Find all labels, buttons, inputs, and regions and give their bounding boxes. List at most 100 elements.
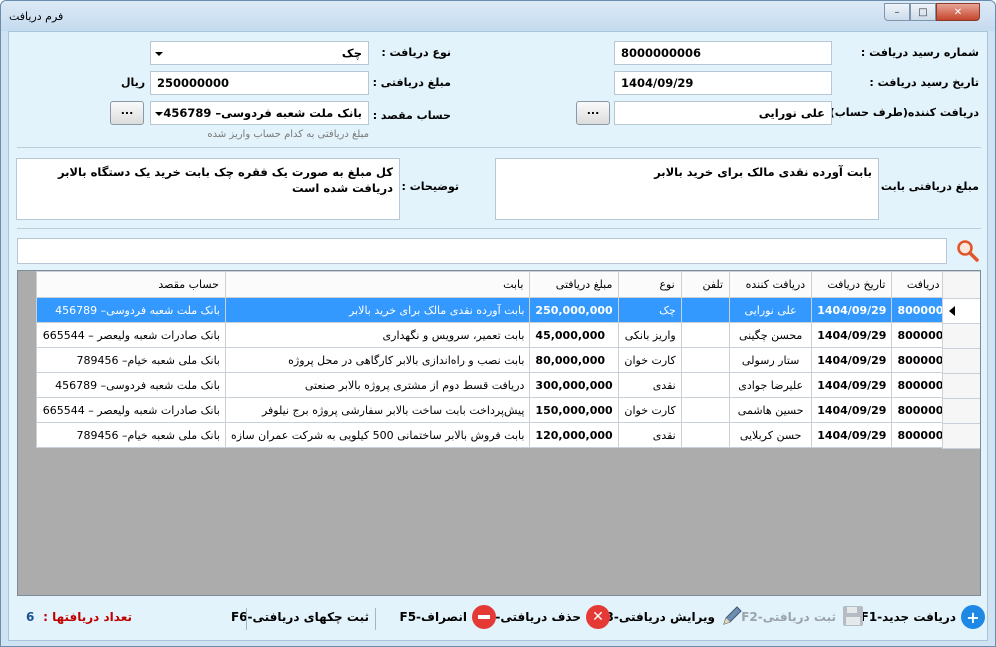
purpose-field[interactable]: بابت آورده نقدی مالک برای خرید بالابر (495, 158, 879, 220)
maximize-button[interactable]: □ (910, 3, 936, 21)
destination-hint: مبلغ دریافتی به کدام حساب واریز شده (207, 129, 369, 140)
divider (17, 147, 981, 148)
cell-phone (680, 322, 731, 348)
window-controls: – □ ✕ (884, 3, 980, 23)
form-body: شماره رسید دریافت : 8000000006 تاریخ رسی… (8, 31, 988, 641)
destination-account-select[interactable]: بانک ملت شعبه فردوسی– 456789 (150, 101, 369, 125)
table-row[interactable]: 8000000001 1404/09/29 حسن کربلایی نقدی 1… (36, 422, 980, 448)
cell-date: 1404/09/29 (811, 372, 893, 398)
close-button[interactable]: ✕ (936, 3, 980, 21)
receipts-grid[interactable]: شماره دریافت تاریخ دریافت دریافت کننده ت… (17, 270, 981, 596)
receipt-number-field[interactable]: 8000000006 (614, 41, 832, 65)
cell-account: بانک صادرات شعبه ولیعصر – 665544 (36, 397, 226, 423)
cell-account: بانک ملت شعبه فردوسی– 456789 (36, 297, 226, 323)
cell-type: واریز بانکی (618, 322, 682, 348)
save-receipt-button[interactable]: ثبت دریافتی-F2 (741, 602, 865, 632)
destination-browse-button[interactable]: ... (110, 101, 144, 125)
payer-field[interactable]: علی نورایی (614, 101, 832, 125)
receipt-form-window: فرم دریافت – □ ✕ شماره رسید دریافت : 800… (0, 0, 996, 647)
row-selector-current[interactable] (942, 298, 980, 324)
cell-payer: علیرضا جوادی (729, 372, 813, 398)
row-selector[interactable] (942, 348, 980, 374)
delete-receipt-button[interactable]: ✕ حذف دریافتی-F4 (479, 602, 610, 632)
cell-payer: محسن چگینی (729, 322, 813, 348)
chevron-down-icon (155, 112, 163, 116)
table-row[interactable]: 8000000005 1404/09/29 محسن چگینی واریز ب… (36, 322, 980, 348)
column-header[interactable]: تلفن (680, 271, 731, 298)
cell-type: کارت خوان (618, 347, 682, 373)
row-selector[interactable] (942, 423, 980, 449)
receipt-count-label: تعداد دریافتها : (43, 610, 132, 624)
search-icon[interactable] (955, 238, 981, 264)
table-row[interactable]: 8000000004 1404/09/29 ستار رسولی کارت خو… (36, 347, 980, 373)
window-title: فرم دریافت (9, 10, 64, 23)
cell-amount: 150,000,000 (529, 397, 620, 423)
cell-purpose: بابت تعمیر، سرویس و نگهداری (224, 322, 531, 348)
cell-purpose: دریافت قسط دوم از مشتری پروژه بالابر صنع… (224, 372, 531, 398)
chevron-down-icon (155, 52, 163, 56)
cell-purpose: بابت نصب و راه‌اندازی بالابر کارگاهی در … (224, 347, 531, 373)
table-row[interactable]: 8000000002 1404/09/29 حسین هاشمی کارت خو… (36, 397, 980, 423)
cell-phone (680, 397, 731, 423)
title-bar[interactable]: فرم دریافت – □ ✕ (1, 1, 995, 31)
cell-account: بانک ملی شعبه خیام– 789456 (36, 422, 226, 448)
currency-label: ریال (121, 76, 146, 89)
receipt-count-value: 6 (26, 610, 35, 624)
cell-date: 1404/09/29 (811, 297, 893, 323)
new-receipt-button[interactable]: + دریافت جدید-F1 (861, 602, 985, 632)
edit-receipt-label: ویرایش دریافتی-F3 (597, 610, 715, 624)
receipt-type-select[interactable]: چک (150, 41, 369, 65)
floppy-disk-icon (841, 604, 865, 631)
cell-amount: 300,000,000 (529, 372, 620, 398)
edit-receipt-button[interactable]: ویرایش دریافتی-F3 (597, 602, 744, 632)
column-header[interactable]: نوع (618, 271, 682, 298)
cell-amount: 80,000,000 (529, 347, 620, 373)
notes-field[interactable]: کل مبلغ به صورت یک فقره چک بابت خرید یک … (16, 158, 400, 220)
receipt-type-label: نوع دریافت : (381, 46, 451, 59)
notes-label: توضیحات : (401, 180, 460, 193)
cell-amount: 120,000,000 (529, 422, 620, 448)
delete-x-icon: ✕ (586, 605, 610, 629)
table-row[interactable]: 8000000003 1404/09/29 علیرضا جوادی نقدی … (36, 372, 980, 398)
cell-date: 1404/09/29 (811, 322, 893, 348)
destination-account-label: حساب مقصد : (372, 109, 451, 122)
receipts-table: شماره دریافت تاریخ دریافت دریافت کننده ت… (36, 271, 980, 448)
cell-date: 1404/09/29 (811, 347, 893, 373)
cell-account: بانک صادرات شعبه ولیعصر – 665544 (36, 322, 226, 348)
minimize-button[interactable]: – (884, 3, 910, 21)
search-input[interactable] (17, 238, 947, 264)
toolbar: + دریافت جدید-F1 ثبت دریافتی-F2 ویرایش د… (9, 602, 989, 642)
cell-purpose: بابت آورده نقدی مالک برای خرید بالابر (224, 297, 531, 323)
purpose-label: مبلغ دریافتی بابت : (872, 180, 979, 193)
column-header[interactable]: بابت (224, 271, 531, 298)
receipt-date-label: تاریخ رسید دریافت : (869, 76, 979, 89)
cell-phone (680, 422, 731, 448)
payer-label: دریافت کننده(طرف حساب) : (821, 106, 979, 119)
row-header-corner (942, 271, 980, 299)
receipt-date-field[interactable]: 1404/09/29 (614, 71, 832, 95)
cell-phone (680, 347, 731, 373)
row-selector[interactable] (942, 323, 980, 349)
minus-circle-icon (472, 605, 496, 629)
save-receipt-label: ثبت دریافتی-F2 (741, 610, 836, 624)
column-header[interactable]: حساب مقصد (36, 271, 226, 298)
pencil-icon (720, 604, 744, 631)
cancel-button[interactable]: انصراف-F5 (400, 602, 496, 632)
payer-browse-button[interactable]: ... (576, 101, 610, 125)
cell-type: نقدی (618, 422, 682, 448)
row-selector[interactable] (942, 373, 980, 399)
destination-account-value: بانک ملت شعبه فردوسی– 456789 (163, 106, 362, 120)
plus-icon: + (961, 605, 985, 629)
cell-account: بانک ملی شعبه خیام– 789456 (36, 347, 226, 373)
column-header[interactable]: مبلغ دریافتی (529, 271, 620, 298)
divider (17, 228, 981, 229)
cell-type: چک (618, 297, 682, 323)
column-header[interactable]: تاریخ دریافت (811, 271, 893, 298)
register-cheques-button[interactable]: ثبت چکهای دریافتی-F6 (231, 602, 369, 632)
column-header[interactable]: دریافت کننده (729, 271, 813, 298)
table-row[interactable]: 8000000006 1404/09/29 علی نورایی چک 250,… (36, 297, 980, 323)
cell-payer: ستار رسولی (729, 347, 813, 373)
amount-field[interactable]: 250000000 (150, 71, 369, 95)
row-selector[interactable] (942, 398, 980, 424)
cell-account: بانک ملت شعبه فردوسی– 456789 (36, 372, 226, 398)
